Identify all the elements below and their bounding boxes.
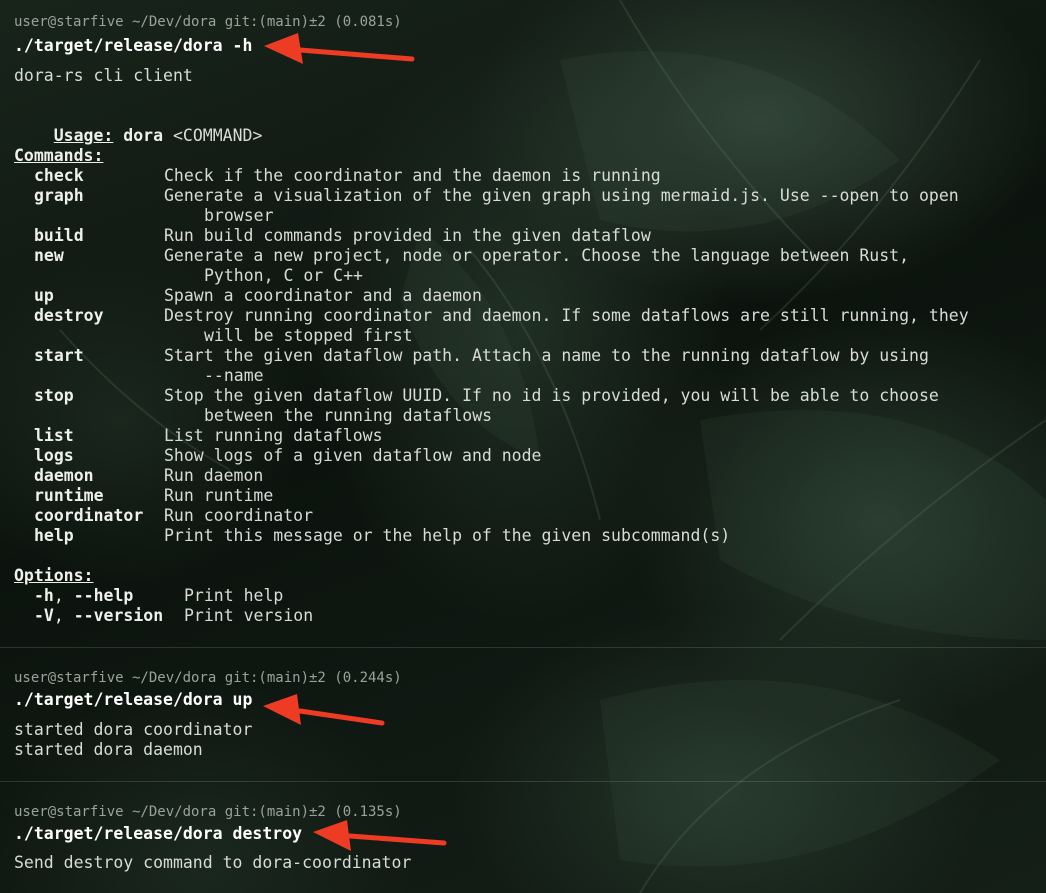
arrow-icon bbox=[263, 694, 385, 726]
arrow-icon bbox=[313, 820, 447, 851]
annotation-arrows bbox=[263, 33, 447, 851]
arrow-icon bbox=[264, 33, 415, 64]
